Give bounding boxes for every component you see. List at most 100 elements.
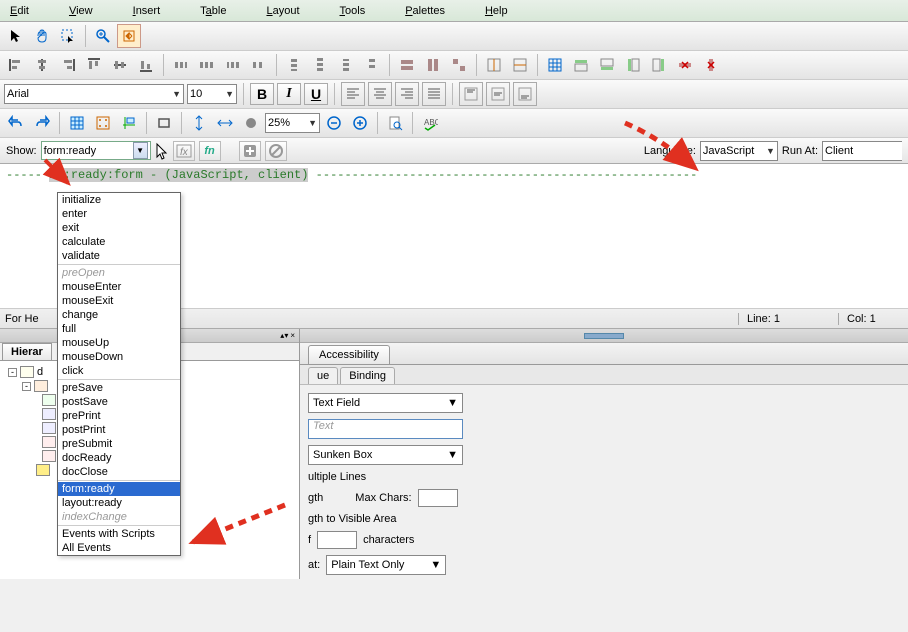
- event-option[interactable]: mouseEnter: [58, 280, 180, 294]
- center-v-icon[interactable]: [508, 53, 532, 77]
- select-tool-icon[interactable]: [56, 24, 80, 48]
- align-bottom-icon[interactable]: [134, 53, 158, 77]
- hierarchy-tab[interactable]: Hierar: [2, 343, 52, 360]
- grid-icon[interactable]: [65, 111, 89, 135]
- event-dropdown-list[interactable]: initializeenterexitcalculatevalidate preO…: [57, 192, 181, 556]
- menu-view[interactable]: View: [69, 5, 93, 17]
- size-both-icon[interactable]: [447, 53, 471, 77]
- size-w-icon[interactable]: [395, 53, 419, 77]
- fit-width-icon[interactable]: [213, 111, 237, 135]
- justify-right-icon[interactable]: [395, 82, 419, 106]
- runat-combo[interactable]: Client: [822, 141, 902, 161]
- distribute-v1-icon[interactable]: [282, 53, 306, 77]
- guides-icon[interactable]: [117, 111, 141, 135]
- show-event-combo[interactable]: form:ready ▼: [41, 141, 151, 160]
- rect-icon[interactable]: [152, 111, 176, 135]
- field-type-combo[interactable]: Text Field▼: [308, 393, 463, 413]
- distribute-v2-icon[interactable]: [308, 53, 332, 77]
- align-right-icon[interactable]: [56, 53, 80, 77]
- fit-tool-icon[interactable]: [117, 24, 141, 48]
- bold-button[interactable]: B: [250, 83, 274, 105]
- row-above-icon[interactable]: [569, 53, 593, 77]
- align-middle-v-icon[interactable]: [108, 53, 132, 77]
- appearance-combo[interactable]: Sunken Box▼: [308, 445, 463, 465]
- justify-full-icon[interactable]: [422, 82, 446, 106]
- event-option[interactable]: full: [58, 322, 180, 336]
- circle-icon[interactable]: [239, 111, 263, 135]
- event-option[interactable]: preOpen: [58, 266, 180, 280]
- event-option[interactable]: click: [58, 364, 180, 378]
- redo-icon[interactable]: [30, 111, 54, 135]
- align-left-icon[interactable]: [4, 53, 28, 77]
- distribute-h4-icon[interactable]: [247, 53, 271, 77]
- event-option[interactable]: docReady: [58, 451, 180, 465]
- snap-icon[interactable]: [91, 111, 115, 135]
- event-option[interactable]: mouseDown: [58, 350, 180, 364]
- spellcheck-icon[interactable]: ABC: [418, 111, 442, 135]
- disable-script-button[interactable]: [265, 141, 287, 161]
- add-script-button[interactable]: [239, 141, 261, 161]
- panel-menu-icon[interactable]: ▴▾: [280, 331, 288, 340]
- event-option[interactable]: preSave: [58, 381, 180, 395]
- justify-center-icon[interactable]: [368, 82, 392, 106]
- zoom-combo[interactable]: 25%▼: [265, 113, 320, 133]
- zoom-in-icon[interactable]: [348, 111, 372, 135]
- fit-height-icon[interactable]: [187, 111, 211, 135]
- col-right-icon[interactable]: [647, 53, 671, 77]
- event-option[interactable]: initialize: [58, 193, 180, 207]
- del-col-icon[interactable]: [699, 53, 723, 77]
- script-fn-button[interactable]: fn: [199, 141, 221, 161]
- chevron-down-icon[interactable]: ▼: [133, 142, 148, 159]
- caption-input[interactable]: Text: [308, 419, 463, 439]
- event-option[interactable]: layout:ready: [58, 496, 180, 510]
- functions-button[interactable]: fx: [173, 141, 195, 161]
- event-option[interactable]: mouseUp: [58, 336, 180, 350]
- event-option[interactable]: change: [58, 308, 180, 322]
- table-icon[interactable]: [543, 53, 567, 77]
- col-left-icon[interactable]: [621, 53, 645, 77]
- event-option[interactable]: preSubmit: [58, 437, 180, 451]
- event-option[interactable]: All Events: [58, 541, 180, 555]
- panel-close-icon[interactable]: ×: [290, 331, 295, 340]
- distribute-h3-icon[interactable]: [221, 53, 245, 77]
- of-input[interactable]: [317, 531, 357, 549]
- event-option[interactable]: enter: [58, 207, 180, 221]
- hand-tool-icon[interactable]: [30, 24, 54, 48]
- valign-middle-icon[interactable]: [486, 82, 510, 106]
- preview-icon[interactable]: [383, 111, 407, 135]
- size-h-icon[interactable]: [421, 53, 445, 77]
- menu-insert[interactable]: Insert: [133, 5, 161, 17]
- event-option[interactable]: indexChange: [58, 510, 180, 524]
- pointer-tool-icon[interactable]: [4, 24, 28, 48]
- font-size-combo[interactable]: 10▼: [187, 84, 237, 104]
- zoom-tool-icon[interactable]: [91, 24, 115, 48]
- event-option[interactable]: exit: [58, 221, 180, 235]
- valign-top-icon[interactable]: [459, 82, 483, 106]
- event-option[interactable]: calculate: [58, 235, 180, 249]
- zoom-out-icon[interactable]: [322, 111, 346, 135]
- menu-edit[interactable]: Edit: [10, 5, 29, 17]
- row-below-icon[interactable]: [595, 53, 619, 77]
- event-option[interactable]: mouseExit: [58, 294, 180, 308]
- event-option[interactable]: postPrint: [58, 423, 180, 437]
- event-option[interactable]: Events with Scripts: [58, 527, 180, 541]
- event-option[interactable]: form:ready: [58, 482, 180, 496]
- undo-icon[interactable]: [4, 111, 28, 135]
- distribute-v4-icon[interactable]: [360, 53, 384, 77]
- event-option[interactable]: docClose: [58, 465, 180, 479]
- justify-left-icon[interactable]: [341, 82, 365, 106]
- tab-binding[interactable]: Binding: [340, 367, 395, 384]
- center-h-icon[interactable]: [482, 53, 506, 77]
- event-option[interactable]: postSave: [58, 395, 180, 409]
- format-combo[interactable]: Plain Text Only▼: [326, 555, 446, 575]
- tab-accessibility[interactable]: Accessibility: [308, 345, 390, 364]
- maxchars-input[interactable]: [418, 489, 458, 507]
- font-name-combo[interactable]: Arial▼: [4, 84, 184, 104]
- distribute-v3-icon[interactable]: [334, 53, 358, 77]
- underline-button[interactable]: U: [304, 83, 328, 105]
- menu-palettes[interactable]: Palettes: [405, 5, 445, 17]
- event-option[interactable]: validate: [58, 249, 180, 263]
- menu-layout[interactable]: Layout: [266, 5, 299, 17]
- align-top-icon[interactable]: [82, 53, 106, 77]
- menu-tools[interactable]: Tools: [340, 5, 366, 17]
